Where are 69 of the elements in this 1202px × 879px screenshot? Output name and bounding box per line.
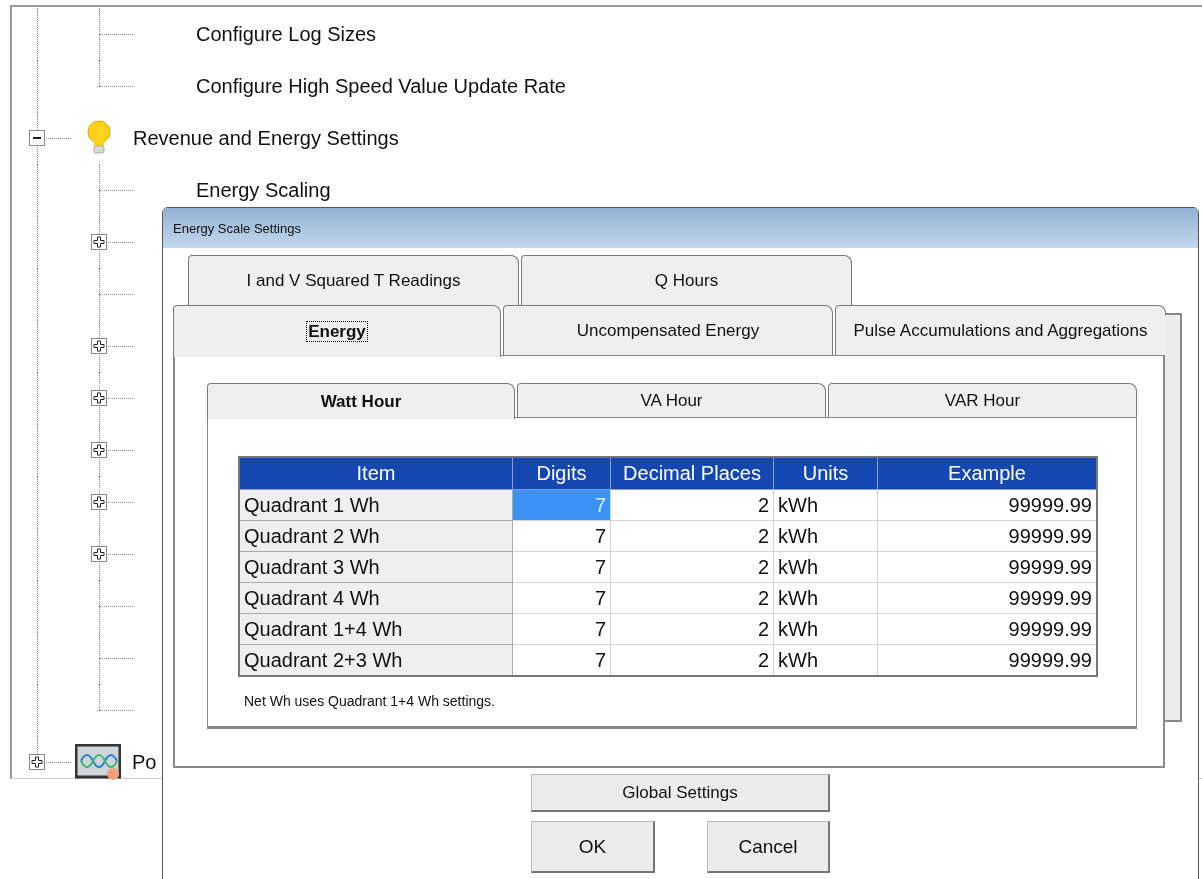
table-cell[interactable]: 2 [610, 489, 774, 521]
tab[interactable]: VAR Hour [828, 383, 1137, 417]
table-cell: 99999.99 [877, 613, 1097, 645]
table-cell[interactable]: 2 [610, 582, 774, 614]
table-cell: 99999.99 [877, 644, 1097, 676]
expander-box[interactable] [91, 442, 107, 458]
table-cell: kWh [773, 489, 878, 521]
column-header: Decimal Places [610, 457, 774, 490]
lightbulb-icon [85, 120, 113, 156]
plus-icon [93, 496, 105, 508]
window-title: Energy Scale Settings [173, 220, 301, 236]
table-cell[interactable]: 2 [610, 520, 774, 552]
tab[interactable]: VA Hour [517, 383, 826, 417]
table-cell: kWh [773, 613, 878, 645]
tree-item[interactable]: Configure Log Sizes [196, 22, 377, 46]
ok-button[interactable]: OK [531, 821, 655, 873]
table-cell: Quadrant 4 Wh [239, 582, 513, 614]
expander-box[interactable] [29, 130, 45, 146]
table-cell: kWh [773, 644, 878, 676]
tab[interactable]: Watt Hour [207, 383, 515, 419]
cancel-button[interactable]: Cancel [707, 821, 830, 873]
tree-item[interactable]: Configure High Speed Value Update Rate [196, 74, 566, 98]
tree-item[interactable]: Revenue and Energy Settings [133, 126, 399, 150]
expander-box[interactable] [91, 234, 107, 250]
tab[interactable]: Q Hours [521, 255, 852, 305]
tab[interactable]: I and V Squared T Readings [188, 255, 519, 305]
table-cell: kWh [773, 551, 878, 583]
note-text: Net Wh uses Quadrant 1+4 Wh settings. [244, 693, 496, 709]
plus-icon [93, 548, 105, 560]
table-cell: kWh [773, 520, 878, 552]
table-cell[interactable]: 7 [512, 644, 611, 676]
table-cell[interactable]: 2 [610, 551, 774, 583]
column-header: Digits [512, 457, 611, 490]
expander-box[interactable] [91, 546, 107, 562]
column-header: Item [239, 457, 513, 490]
column-header: Example [877, 457, 1097, 490]
plus-icon [93, 444, 105, 456]
table-cell[interactable]: 7 [512, 582, 611, 614]
table-cell: Quadrant 2+3 Wh [239, 644, 513, 676]
table-cell: 99999.99 [877, 551, 1097, 583]
table-cell: Quadrant 1 Wh [239, 489, 513, 521]
global-settings-button[interactable]: Global Settings [531, 774, 830, 812]
tab[interactable]: Energy [173, 305, 501, 357]
tree-item[interactable]: Energy Scaling [196, 178, 331, 202]
expander-box[interactable] [91, 494, 107, 510]
plus-icon [93, 340, 105, 352]
table-cell[interactable]: 7 [512, 520, 611, 552]
plus-icon [93, 236, 105, 248]
table-cell: 99999.99 [877, 520, 1097, 552]
table-cell: Quadrant 2 Wh [239, 520, 513, 552]
waveform-screen-icon [75, 744, 121, 780]
expander-box[interactable] [29, 754, 45, 770]
table-cell[interactable]: 7 [512, 551, 611, 583]
expander-box[interactable] [91, 338, 107, 354]
table-cell: Quadrant 1+4 Wh [239, 613, 513, 645]
tree-item[interactable]: Po [132, 750, 157, 774]
table-cell: 99999.99 [877, 582, 1097, 614]
plus-icon [31, 756, 43, 768]
tab[interactable]: Pulse Accumulations and Aggregations [835, 305, 1166, 355]
table-cell: 99999.99 [877, 489, 1097, 521]
column-header: Units [773, 457, 878, 490]
table-cell[interactable]: 2 [610, 644, 774, 676]
table-cell: kWh [773, 582, 878, 614]
expander-box[interactable] [91, 390, 107, 406]
table-cell[interactable]: 2 [610, 613, 774, 645]
tab[interactable]: Uncompensated Energy [503, 305, 833, 355]
plus-icon [93, 392, 105, 404]
table-cell[interactable]: 7 [512, 613, 611, 645]
table-cell: Quadrant 3 Wh [239, 551, 513, 583]
